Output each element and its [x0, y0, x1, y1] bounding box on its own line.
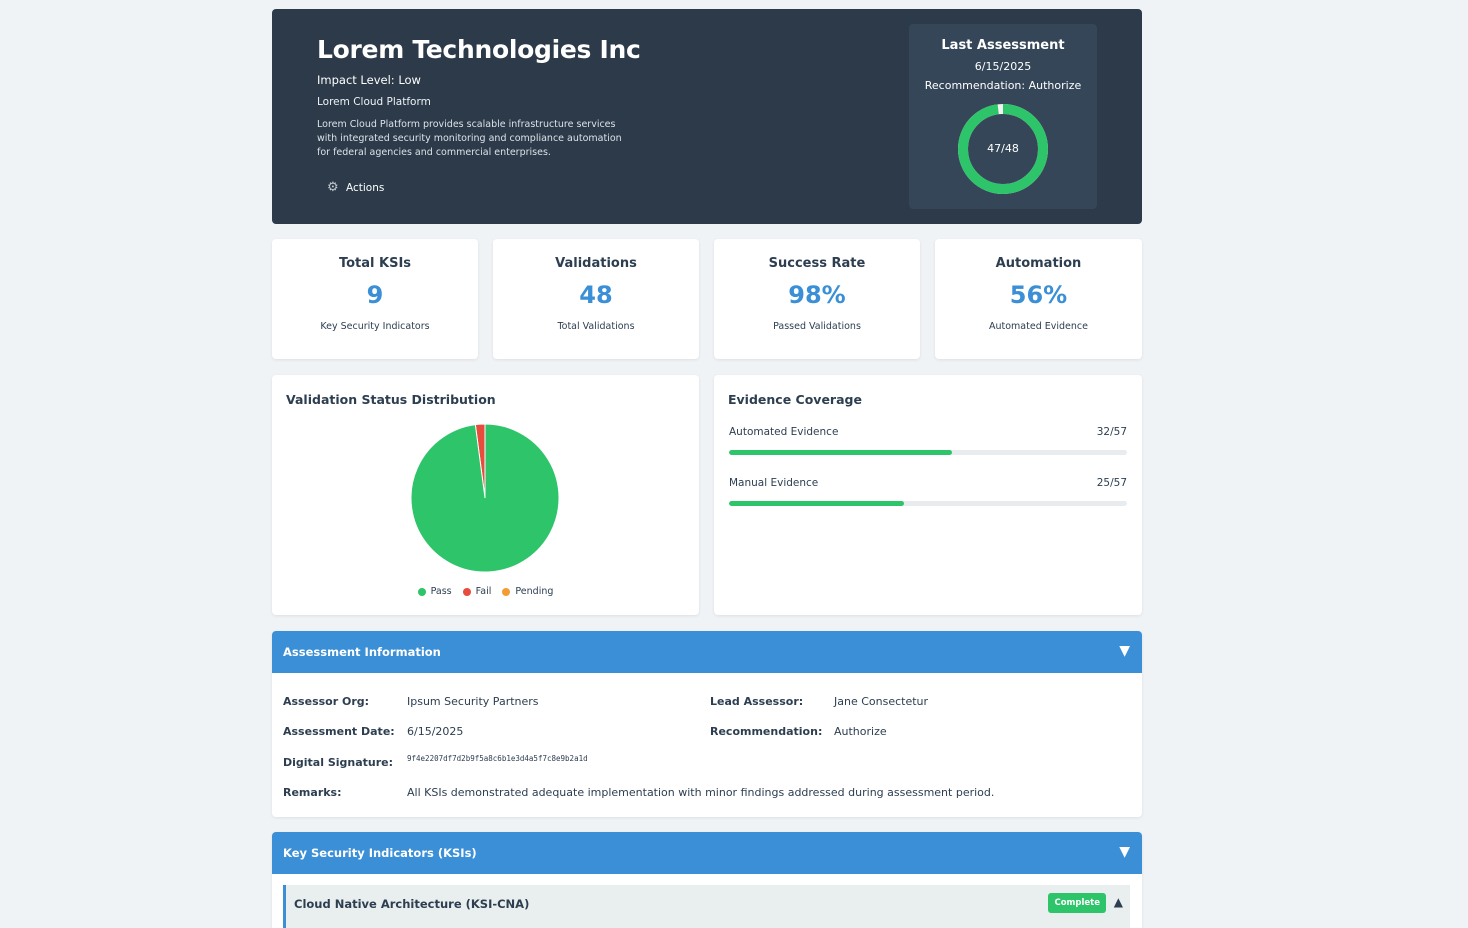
score-label: 47/48: [987, 142, 1019, 155]
gear-icon: ⚙: [327, 180, 339, 195]
lead-assessor-label: Lead Assessor:: [710, 695, 804, 708]
evidence-label: Manual Evidence: [729, 477, 819, 489]
section-title: Key Security Indicators (KSIs): [283, 846, 477, 860]
ksi-section: Key Security Indicators (KSIs) ▼ Cloud N…: [272, 832, 1142, 928]
chevron-down-icon[interactable]: ▼: [1119, 844, 1130, 860]
header-banner: Lorem Technologies Inc Impact Level: Low…: [272, 9, 1142, 224]
stat-subtitle: Key Security Indicators: [320, 321, 430, 332]
platform-description: Lorem Cloud Platform provides scalable i…: [317, 119, 622, 158]
status-distribution-panel: Validation Status Distribution Pass Fail…: [272, 375, 699, 615]
assessment-information-section: Assessment Information ▼ Assessor Org: I…: [272, 631, 1142, 817]
stat-value: 9: [366, 281, 384, 309]
last-assessment-title: Last Assessment: [941, 38, 1065, 53]
ksi-name: Cloud Native Architecture (KSI-CNA): [294, 897, 530, 911]
remarks-label: Remarks:: [283, 786, 342, 799]
assessment-information-header[interactable]: Assessment Information ▼: [272, 631, 1142, 673]
digital-signature-value: 9f4e2207df7d2b9f5a8c6b1e3d4a5f7c8e9b2a1d: [407, 754, 588, 763]
lead-assessor-value: Jane Consectetur: [834, 695, 929, 708]
recommendation-label: Recommendation:: [710, 725, 823, 738]
legend-fail[interactable]: Fail: [462, 586, 492, 597]
section-title: Assessment Information: [283, 645, 441, 659]
legend-dot: [502, 587, 511, 596]
assessor-org-label: Assessor Org:: [283, 695, 370, 708]
stat-card-validations: Validations 48 Total Validations: [493, 239, 699, 359]
stat-title: Total KSIs: [338, 256, 412, 271]
legend-dot: [417, 587, 426, 596]
legend-dot: [462, 587, 471, 596]
stat-subtitle: Total Validations: [557, 321, 635, 332]
score-donut: 47/48: [955, 101, 1051, 197]
stat-card-total-ksis: Total KSIs 9 Key Security Indicators: [272, 239, 478, 359]
stat-subtitle: Automated Evidence: [989, 321, 1088, 332]
ksi-item-cna[interactable]: Cloud Native Architecture (KSI-CNA) Comp…: [283, 885, 1130, 928]
progress-fill: [729, 501, 904, 506]
evidence-row-automated: Automated Evidence 32/57: [729, 426, 1127, 455]
digital-signature-label: Digital Signature:: [283, 756, 394, 769]
dashboard: Lorem Technologies Inc Impact Level: Low…: [272, 9, 1142, 928]
progress-bar: [729, 450, 1127, 455]
pie-slice-pass[interactable]: [410, 423, 560, 573]
chevron-down-icon[interactable]: ▼: [1119, 643, 1130, 659]
progress-fill: [729, 450, 953, 455]
impact-level: Impact Level: Low: [317, 73, 421, 87]
stat-title: Success Rate: [768, 256, 866, 271]
assessor-org-value: Ipsum Security Partners: [407, 695, 539, 708]
last-assessment-recommendation: Recommendation: Authorize: [924, 79, 1082, 92]
company-name: Lorem Technologies Inc: [317, 35, 641, 64]
stat-value: 56%: [1009, 281, 1068, 309]
legend-pending[interactable]: Pending: [502, 586, 553, 597]
legend-label: Pass: [430, 586, 452, 597]
stat-value: 98%: [788, 281, 846, 309]
legend-label: Fail: [475, 586, 492, 597]
status-pie-chart: [410, 423, 560, 573]
stat-title: Automation: [995, 256, 1082, 271]
last-assessment-card: Last Assessment 6/15/2025 Recommendation…: [909, 24, 1097, 209]
progress-bar: [729, 501, 1127, 506]
company-info: Lorem Technologies Inc Impact Level: Low…: [317, 35, 641, 160]
chart-legend: Pass Fail Pending: [272, 586, 699, 599]
recommendation-value: Authorize: [834, 725, 887, 738]
stat-title: Validations: [555, 256, 637, 271]
evidence-label: Automated Evidence: [729, 426, 839, 438]
assessment-date-label: Assessment Date:: [283, 725, 395, 738]
evidence-coverage-panel: Evidence Coverage Automated Evidence 32/5…: [714, 375, 1142, 615]
legend-pass[interactable]: Pass: [417, 586, 452, 597]
status-badge: Complete: [1048, 893, 1106, 913]
assessment-date-value: 6/15/2025: [407, 725, 464, 738]
stats-row: Total KSIs 9 Key Security Indicators Val…: [272, 239, 1142, 359]
evidence-count: 25/57: [1096, 477, 1127, 489]
stat-subtitle: Passed Validations: [773, 321, 861, 332]
last-assessment-date: 6/15/2025: [974, 60, 1032, 73]
stat-card-automation: Automation 56% Automated Evidence: [935, 239, 1142, 359]
evidence-row-manual: Manual Evidence 25/57: [729, 477, 1127, 506]
remarks-value: All KSIs demonstrated adequate implement…: [407, 786, 995, 799]
evidence-title: Evidence Coverage: [728, 392, 862, 407]
legend-label: Pending: [515, 586, 554, 597]
evidence-count: 32/57: [1096, 426, 1127, 438]
stat-card-success-rate: Success Rate 98% Passed Validations: [714, 239, 920, 359]
ksi-section-header[interactable]: Key Security Indicators (KSIs) ▼: [272, 832, 1142, 874]
platform-name: Lorem Cloud Platform: [317, 96, 431, 108]
actions-label: Actions: [346, 181, 385, 194]
chevron-up-icon[interactable]: ▲: [1114, 895, 1123, 909]
stat-value: 48: [579, 281, 613, 309]
actions-button[interactable]: ⚙ Actions: [327, 181, 384, 194]
